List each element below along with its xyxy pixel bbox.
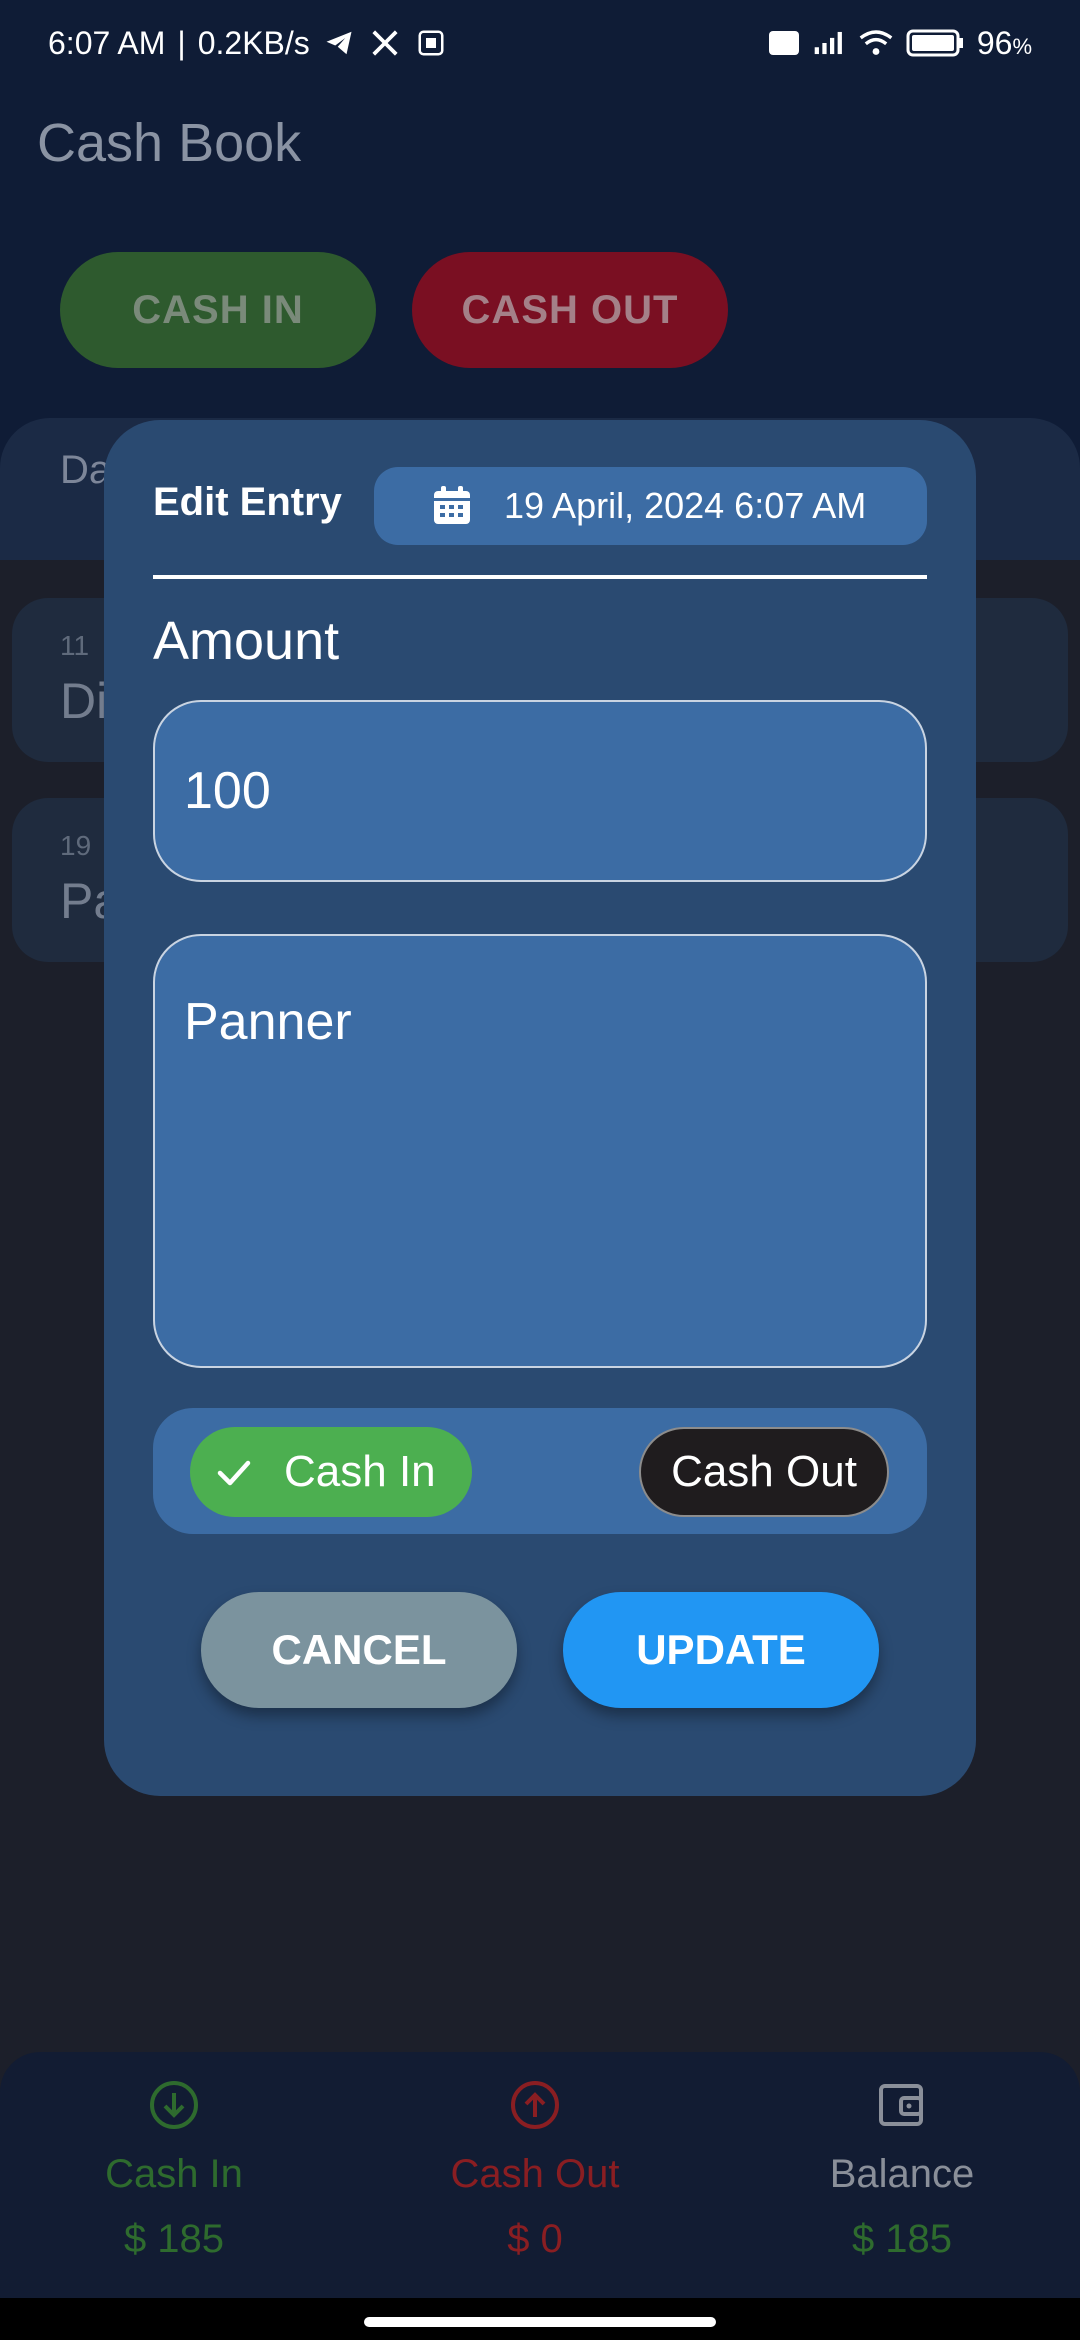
status-speed: 0.2KB/s	[197, 24, 310, 61]
summary-balance-value: $ 185	[851, 2217, 953, 2261]
signal-icon	[813, 26, 847, 60]
wallet-icon	[879, 2084, 923, 2126]
sim-tools-icon	[414, 26, 448, 60]
summary-cash-in[interactable]: Cash In $ 185	[24, 2070, 324, 2262]
summary-cash-out-label: Cash Out	[450, 2152, 620, 2196]
cash-out-toggle-label: Cash Out	[671, 1447, 857, 1496]
wifi-icon	[859, 26, 893, 60]
dialog-title: Edit Entry	[153, 480, 342, 524]
arrow-down-circle-icon	[150, 2081, 198, 2129]
summary-cash-out-value: $ 0	[507, 2217, 563, 2261]
app-title: Cash Book	[37, 113, 302, 173]
cash-in-button[interactable]: CASH IN	[60, 252, 376, 368]
telegram-icon	[322, 26, 356, 60]
home-gesture-handle[interactable]	[364, 2317, 716, 2327]
check-icon	[217, 1460, 251, 1486]
cash-out-toggle[interactable]: Cash Out	[639, 1427, 889, 1517]
battery-icon	[905, 26, 965, 60]
summary-balance[interactable]: Balance $ 185	[752, 2070, 1052, 2262]
status-bar: 6:07 AM | 0.2KB/s 96%	[0, 0, 1080, 86]
status-separator: |	[177, 24, 186, 61]
update-button[interactable]: UPDATE	[563, 1592, 879, 1708]
datetime-label: 19 April, 2024 6:07 AM	[504, 485, 867, 526]
cash-in-toggle-label: Cash In	[284, 1447, 436, 1496]
calendar-icon	[434, 486, 470, 524]
summary-cash-in-label: Cash In	[105, 2152, 243, 2196]
cash-out-button[interactable]: CASH OUT	[412, 252, 728, 368]
amount-input[interactable]	[153, 700, 927, 882]
cancel-button[interactable]: CANCEL	[201, 1592, 517, 1708]
datetime-picker-button[interactable]: 19 April, 2024 6:07 AM	[374, 467, 927, 545]
status-right: 96%	[767, 25, 1032, 62]
arrow-up-circle-icon	[511, 2081, 559, 2129]
note-input[interactable]: Panner	[153, 934, 927, 1368]
summary-cash-in-value: $ 185	[123, 2217, 225, 2261]
status-time: 6:07 AM	[48, 24, 166, 61]
entry-date: 19	[60, 830, 92, 861]
summary-cash-out[interactable]: Cash Out $ 0	[385, 2070, 685, 2262]
entry-name: Di	[60, 673, 108, 729]
amount-label: Amount	[153, 611, 340, 671]
status-left: 6:07 AM | 0.2KB/s	[48, 25, 448, 62]
summary-balance-label: Balance	[829, 2152, 975, 2196]
cash-in-toggle[interactable]: Cash In	[190, 1427, 472, 1517]
volte-icon	[767, 26, 801, 60]
x-icon	[368, 26, 402, 60]
entry-date: 11	[60, 630, 90, 661]
battery-level: 96%	[976, 24, 1032, 61]
dialog-divider	[153, 575, 927, 579]
